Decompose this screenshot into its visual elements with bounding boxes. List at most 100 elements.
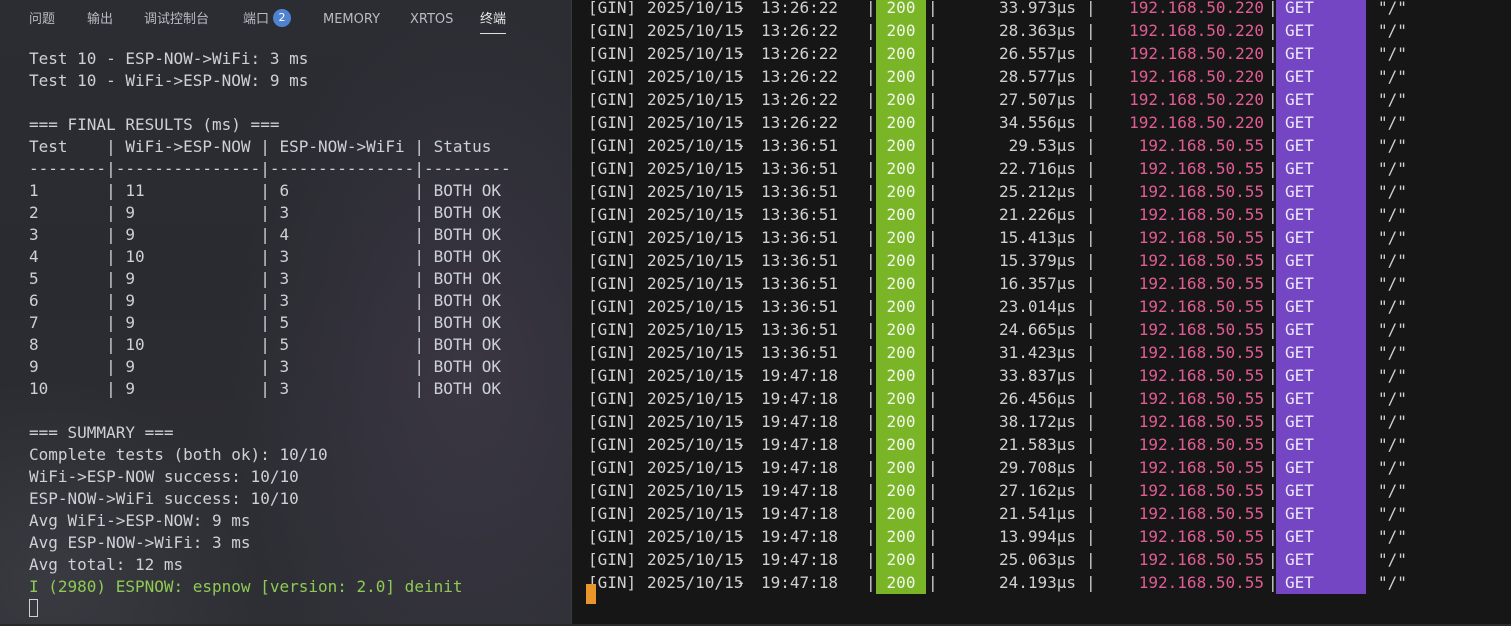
log-pipe: | [928,504,938,523]
log-latency: 33.837µs [998,366,1076,385]
log-date: 2025/10/15 [647,90,744,109]
log-pipe: | [866,274,876,293]
status-code-badge: 200 [876,410,926,433]
log-date: 2025/10/15 [647,182,744,201]
log-latency: 15.379µs [998,251,1076,270]
log-pipe: | [928,435,938,454]
log-row: [GIN] 2025/10/15-13:26:22 | 200 | 28.577µs | 19… [572,65,1511,88]
log-pipe: | [866,389,876,408]
log-prefix: [GIN] [588,21,637,40]
log-separator: - [736,504,746,523]
log-prefix: [GIN] [588,527,637,546]
log-latency: 31.423µs [998,343,1076,362]
log-pipe: | [866,573,876,592]
client-ip: 192.168.50.55 [1138,297,1264,316]
log-pipe: | [1086,21,1096,40]
log-pipe: | [866,366,876,385]
tab-memory[interactable]: MEMORY [323,0,380,40]
terminal-panel-left[interactable]: 问题 输出 调试控制台 端口 2 MEMORY XRTOS 终端 Test 10 … [0,0,571,626]
log-separator: - [736,389,746,408]
log-pipe: | [1086,504,1096,523]
log-pipe: | [1086,159,1096,178]
request-path: "/" [1378,159,1407,178]
log-date: 2025/10/15 [647,343,744,362]
log-separator: - [736,320,746,339]
tab-ports[interactable]: 端口 2 [243,0,292,40]
log-latency: 21.583µs [998,435,1076,454]
terminal-line: Complete tests (both ok): 10/10 [29,445,328,464]
log-time: 13:36:51 [761,228,839,247]
log-separator: - [736,435,746,454]
http-method-badge: GET [1276,433,1366,456]
tab-problems[interactable]: 问题 [29,0,55,40]
log-row: [GIN] 2025/10/15-13:26:22 | 200 | 33.973µs | 19… [572,0,1511,19]
log-pipe: | [1086,274,1096,293]
log-pipe: | [866,0,876,17]
log-pipe: | [866,113,876,132]
log-row: [GIN] 2025/10/15-19:47:18 | 200 | 29.708µs | 19… [572,456,1511,479]
log-pipe: | [1086,228,1096,247]
tab-terminal[interactable]: 终端 [480,0,507,40]
log-time: 13:26:22 [761,113,839,132]
status-code-badge: 200 [876,479,926,502]
http-method-badge: GET [1276,410,1366,433]
terminal-line: === SUMMARY === [29,423,174,442]
log-prefix: [GIN] [588,458,637,477]
log-prefix: [GIN] [588,182,637,201]
log-prefix: [GIN] [588,205,637,224]
terminal-panel-right[interactable]: [GIN] 2025/10/15-13:26:22 | 200 | 33.973µs | 19… [572,0,1511,626]
log-latency: 21.226µs [998,205,1076,224]
log-prefix: [GIN] [588,251,637,270]
request-path: "/" [1378,21,1407,40]
log-pipe: | [866,228,876,247]
log-separator: - [736,573,746,592]
log-date: 2025/10/15 [647,205,744,224]
log-time: 13:36:51 [761,205,839,224]
log-separator: - [736,182,746,201]
client-ip: 192.168.50.55 [1138,481,1264,500]
log-pipe: | [1086,113,1096,132]
log-time: 19:47:18 [761,366,839,385]
log-pipe: | [866,90,876,109]
log-prefix: [GIN] [588,389,637,408]
log-pipe: | [928,274,938,293]
client-ip: 192.168.50.55 [1138,435,1264,454]
log-latency: 23.014µs [998,297,1076,316]
client-ip: 192.168.50.55 [1138,182,1264,201]
log-row: [GIN] 2025/10/15-13:36:51 | 200 | 25.212µs | 19… [572,180,1511,203]
client-ip: 192.168.50.55 [1138,251,1264,270]
gin-log-output: [GIN] 2025/10/15-13:26:22 | 200 | 33.973µs | 19… [572,0,1511,594]
terminal-line: 1 | 11 | 6 | BOTH OK [29,181,502,200]
log-time: 19:47:18 [761,527,839,546]
log-prefix: [GIN] [588,412,637,431]
status-code-badge: 200 [876,525,926,548]
request-path: "/" [1378,228,1407,247]
log-prefix: [GIN] [588,320,637,339]
log-prefix: [GIN] [588,159,637,178]
log-pipe: | [1086,343,1096,362]
terminal-output-left[interactable]: Test 10 - ESP-NOW->WiFi: 3 ms Test 10 - W… [29,48,511,620]
tab-debug-console[interactable]: 调试控制台 [144,0,209,40]
client-ip: 192.168.50.55 [1138,136,1264,155]
tab-output[interactable]: 输出 [87,0,113,40]
log-prefix: [GIN] [588,136,637,155]
status-code-badge: 200 [876,226,926,249]
log-date: 2025/10/15 [647,412,744,431]
request-path: "/" [1378,527,1407,546]
terminal-line: ESP-NOW->WiFi success: 10/10 [29,489,299,508]
log-time: 19:47:18 [761,504,839,523]
client-ip: 192.168.50.55 [1138,205,1264,224]
terminal-line: 2 | 9 | 3 | BOTH OK [29,203,502,222]
log-time: 19:47:18 [761,481,839,500]
http-method-badge: GET [1276,318,1366,341]
log-latency: 25.212µs [998,182,1076,201]
log-row: [GIN] 2025/10/15-13:36:51 | 200 | 22.716µs | 19… [572,157,1511,180]
log-pipe: | [928,136,938,155]
tab-xrtos[interactable]: XRTOS [410,0,453,40]
http-method-badge: GET [1276,272,1366,295]
log-separator: - [736,90,746,109]
request-path: "/" [1378,274,1407,293]
log-date: 2025/10/15 [647,136,744,155]
log-time: 13:36:51 [761,274,839,293]
